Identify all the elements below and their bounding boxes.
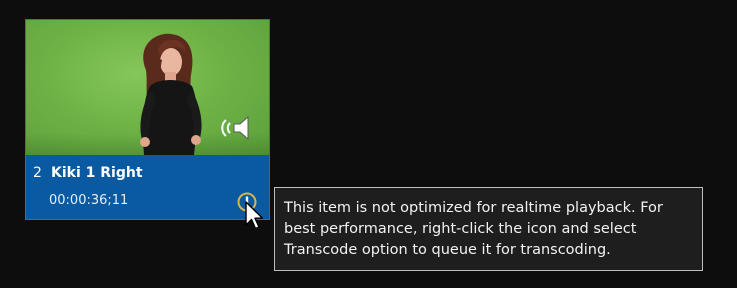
speaker-icon xyxy=(221,115,249,141)
tooltip-line: Transcode option to queue it for transco… xyxy=(284,242,611,258)
mouse-pointer-icon xyxy=(245,201,264,230)
clip-duration: 00:00:36;11 xyxy=(49,193,129,208)
clip-thumbnail[interactable] xyxy=(26,20,269,155)
tooltip-line: This item is not optimized for realtime … xyxy=(284,200,663,216)
transcode-tooltip: This item is not optimized for realtime … xyxy=(274,187,703,271)
clip-name: Kiki 1 Right xyxy=(51,165,143,181)
media-clip-tile[interactable]: 2 Kiki 1 Right 00:00:36;11 xyxy=(25,19,270,220)
tooltip-line: best performance, right-click the icon a… xyxy=(284,221,637,237)
clip-number: 2 xyxy=(33,165,42,181)
